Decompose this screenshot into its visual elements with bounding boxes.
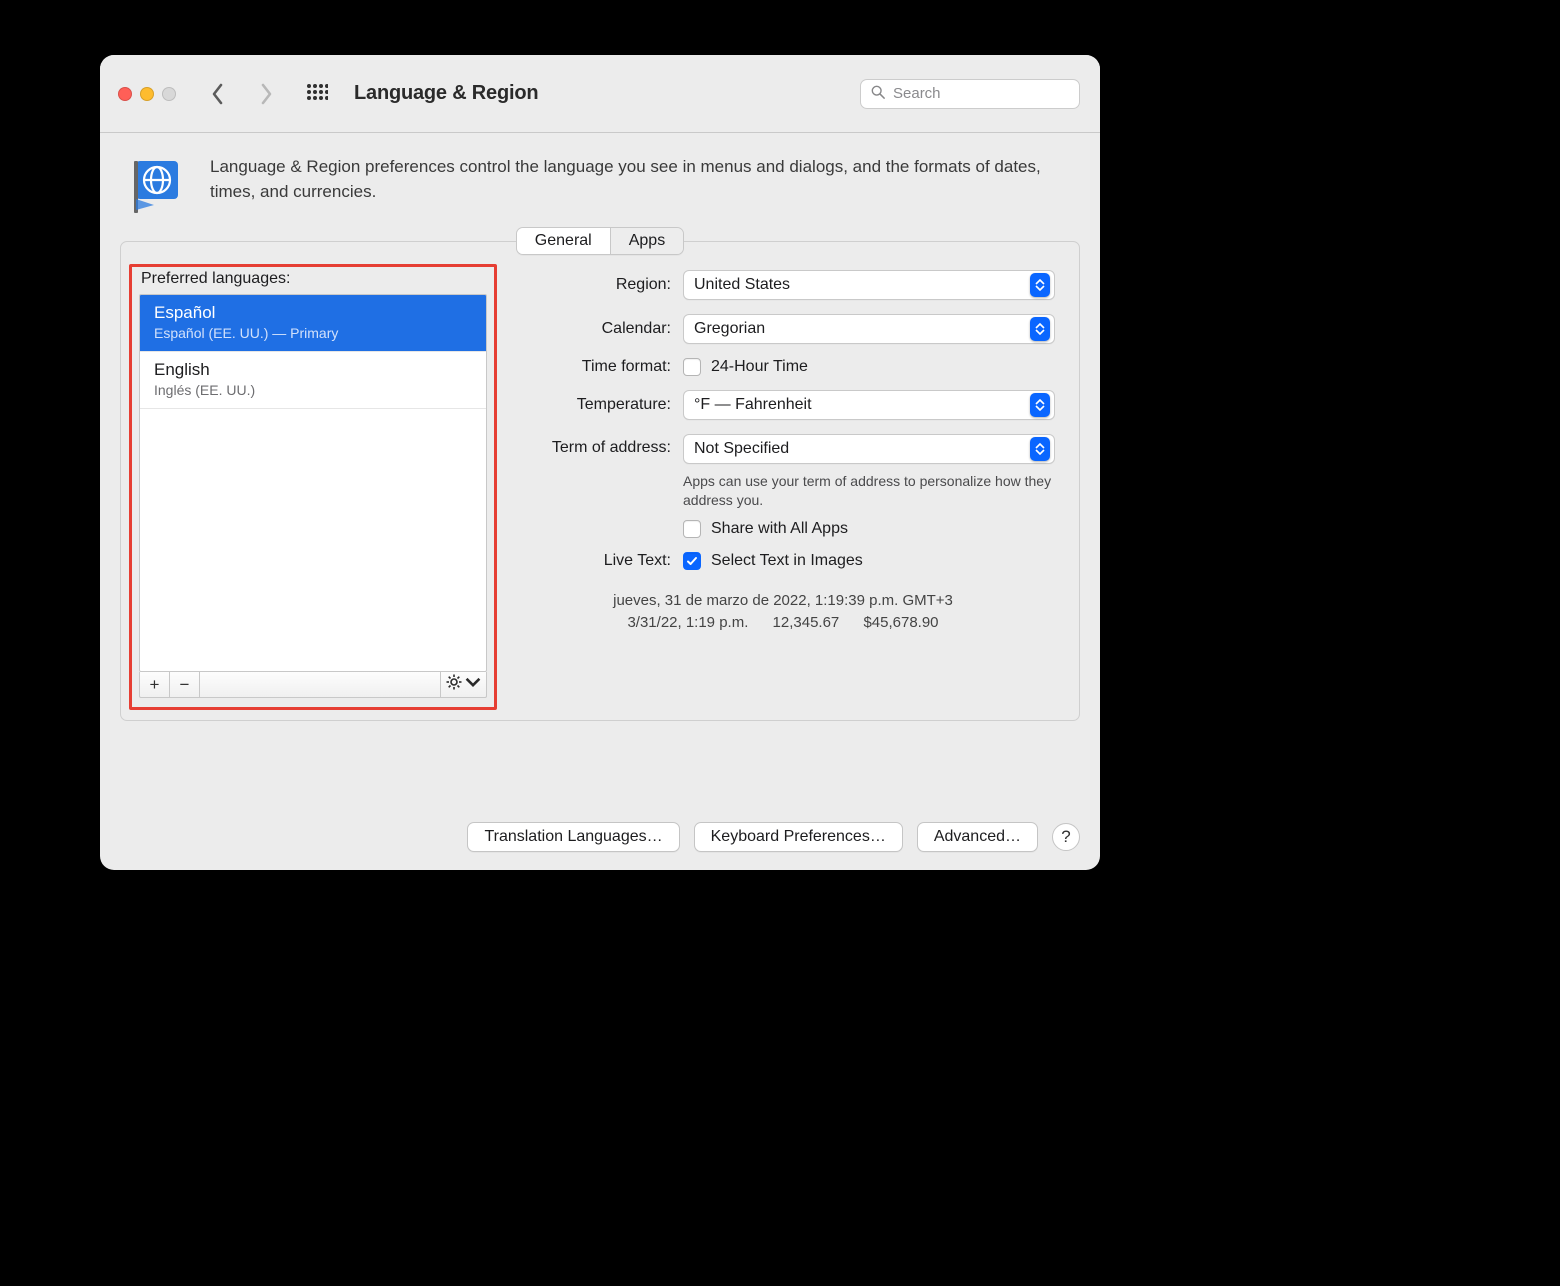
search-field[interactable]: [860, 79, 1080, 109]
keyboard-preferences-button[interactable]: Keyboard Preferences…: [694, 822, 903, 852]
close-window-button[interactable]: [118, 87, 132, 101]
format-sample: jueves, 31 de marzo de 2022, 1:19:39 p.m…: [511, 590, 1055, 635]
language-actions-menu[interactable]: [440, 672, 486, 697]
help-button[interactable]: ?: [1052, 823, 1080, 851]
popup-stepper-icon: [1030, 393, 1050, 417]
show-all-icon[interactable]: [304, 83, 330, 105]
preferred-languages-list[interactable]: Español Español (EE. UU.) — Primary Engl…: [139, 294, 487, 672]
preferences-window: Language & Region Language & Region: [100, 55, 1100, 870]
preferred-languages-label: Preferred languages:: [141, 270, 487, 288]
calendar-value: Gregorian: [694, 320, 1030, 338]
sample-date: 3/31/22, 1:19 p.m.: [627, 614, 748, 631]
search-icon: [871, 84, 891, 104]
window-controls: [118, 87, 176, 101]
temperature-popup[interactable]: °F — Fahrenheit: [683, 390, 1055, 420]
tab-apps[interactable]: Apps: [611, 228, 683, 254]
popup-stepper-icon: [1030, 317, 1050, 341]
footer-buttons: Translation Languages… Keyboard Preferen…: [100, 812, 1100, 870]
forward-button: [256, 83, 276, 105]
intro-section: Language & Region preferences control th…: [120, 155, 1080, 223]
region-label: Region:: [511, 276, 671, 294]
remove-language-button[interactable]: −: [170, 672, 200, 697]
language-subtitle: Español (EE. UU.) — Primary: [154, 325, 472, 341]
zoom-window-button: [162, 87, 176, 101]
list-footer: + −: [139, 672, 487, 698]
advanced-button[interactable]: Advanced…: [917, 822, 1038, 852]
term-of-address-popup[interactable]: Not Specified: [683, 434, 1055, 464]
settings-column: Region: United States Calendar: Gregoria…: [511, 270, 1061, 698]
translation-languages-button[interactable]: Translation Languages…: [467, 822, 679, 852]
term-of-address-value: Not Specified: [694, 440, 1030, 458]
region-value: United States: [694, 276, 1030, 294]
calendar-label: Calendar:: [511, 320, 671, 338]
language-subtitle: Inglés (EE. UU.): [154, 382, 472, 398]
sample-currency: $45,678.90: [863, 614, 938, 631]
region-popup[interactable]: United States: [683, 270, 1055, 300]
calendar-popup[interactable]: Gregorian: [683, 314, 1055, 344]
24-hour-label: 24-Hour Time: [711, 358, 808, 376]
list-item[interactable]: English Inglés (EE. UU.): [140, 352, 486, 409]
live-text-label: Live Text:: [511, 552, 671, 570]
language-name: English: [154, 360, 472, 380]
tab-general[interactable]: General: [517, 228, 611, 254]
lang-region-icon: [130, 155, 192, 217]
chevron-down-icon: [465, 674, 481, 695]
gear-icon: [446, 674, 462, 695]
share-all-apps-label: Share with All Apps: [711, 520, 848, 538]
temperature-value: °F — Fahrenheit: [694, 396, 1030, 414]
search-input[interactable]: [891, 84, 1069, 103]
add-language-button[interactable]: +: [140, 672, 170, 697]
content-area: Language & Region preferences control th…: [100, 133, 1100, 812]
list-item[interactable]: Español Español (EE. UU.) — Primary: [140, 295, 486, 352]
tabs-segmented-control: General Apps: [516, 227, 684, 255]
sample-number: 12,345.67: [773, 614, 840, 631]
term-of-address-label: Term of address:: [511, 434, 671, 457]
term-of-address-help-text: Apps can use your term of address to per…: [683, 472, 1055, 510]
preferred-languages-section: Preferred languages: Español Español (EE…: [139, 270, 487, 698]
back-button[interactable]: [208, 83, 228, 105]
general-panel: Preferred languages: Español Español (EE…: [120, 241, 1080, 721]
select-text-in-images-checkbox[interactable]: [683, 552, 701, 570]
popup-stepper-icon: [1030, 273, 1050, 297]
window-title: Language & Region: [354, 82, 538, 105]
popup-stepper-icon: [1030, 437, 1050, 461]
language-name: Español: [154, 303, 472, 323]
select-text-in-images-label: Select Text in Images: [711, 552, 863, 570]
share-all-apps-checkbox[interactable]: [683, 520, 701, 538]
24-hour-checkbox[interactable]: [683, 358, 701, 376]
nav-buttons: [208, 83, 276, 105]
minimize-window-button[interactable]: [140, 87, 154, 101]
temperature-label: Temperature:: [511, 396, 671, 414]
time-format-label: Time format:: [511, 358, 671, 376]
sample-line-1: jueves, 31 de marzo de 2022, 1:19:39 p.m…: [511, 590, 1055, 613]
intro-text: Language & Region preferences control th…: [210, 155, 1068, 204]
toolbar: Language & Region: [100, 55, 1100, 133]
